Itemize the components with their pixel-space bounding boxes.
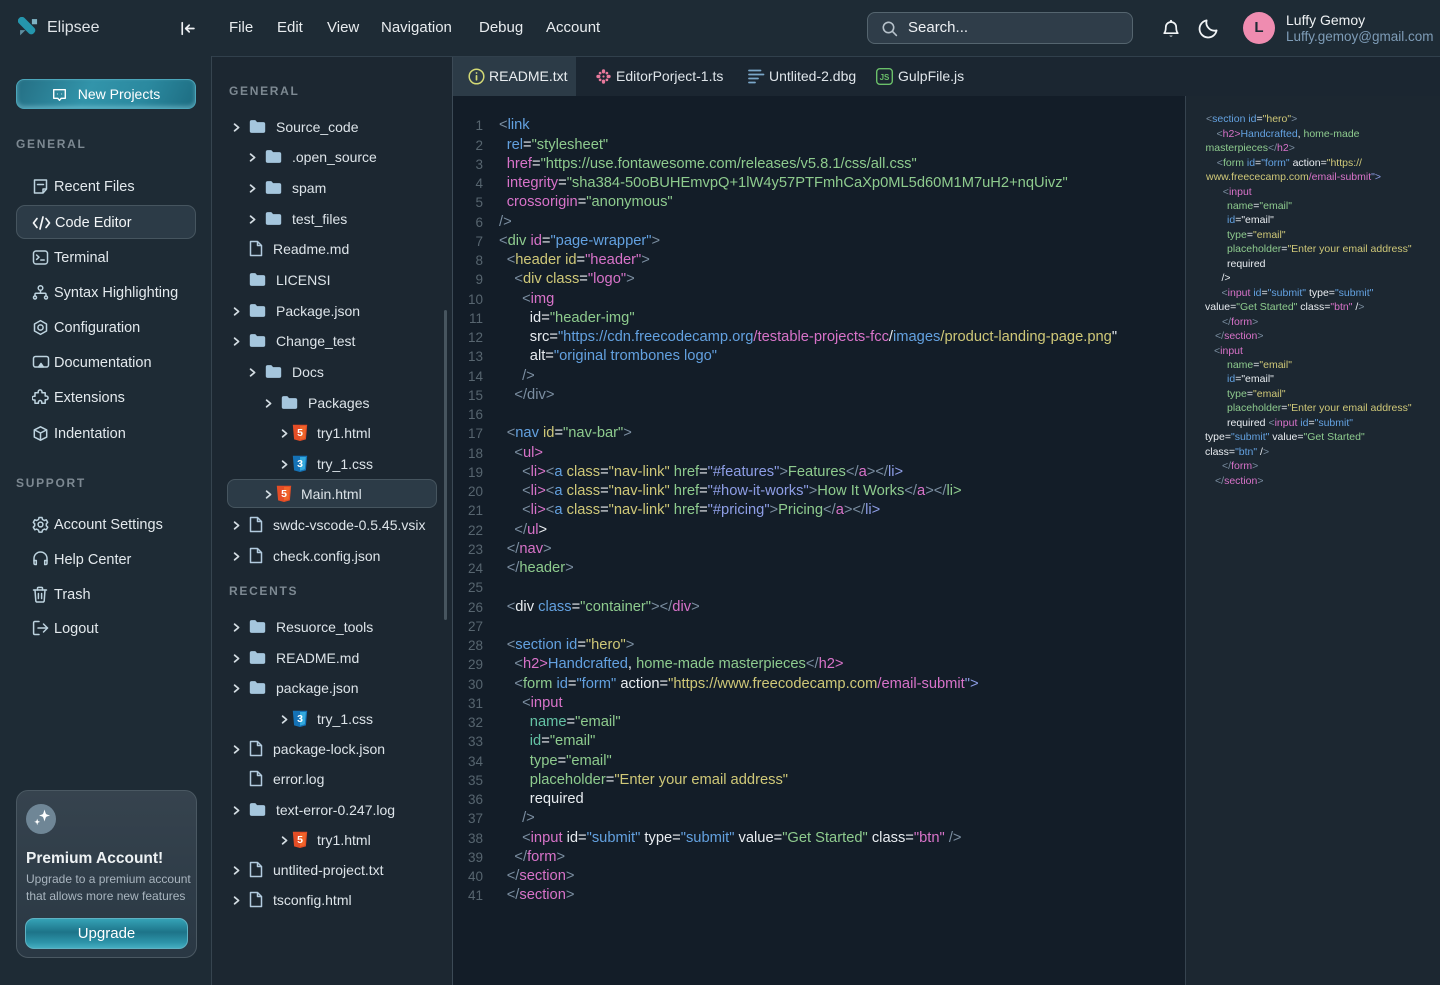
svg-text:5: 5	[281, 489, 287, 501]
svg-text:5: 5	[297, 427, 303, 439]
svg-text:3: 3	[297, 713, 303, 725]
svg-text:JS: JS	[880, 73, 890, 82]
svg-text:5: 5	[297, 834, 303, 846]
svg-text:3: 3	[297, 458, 303, 470]
